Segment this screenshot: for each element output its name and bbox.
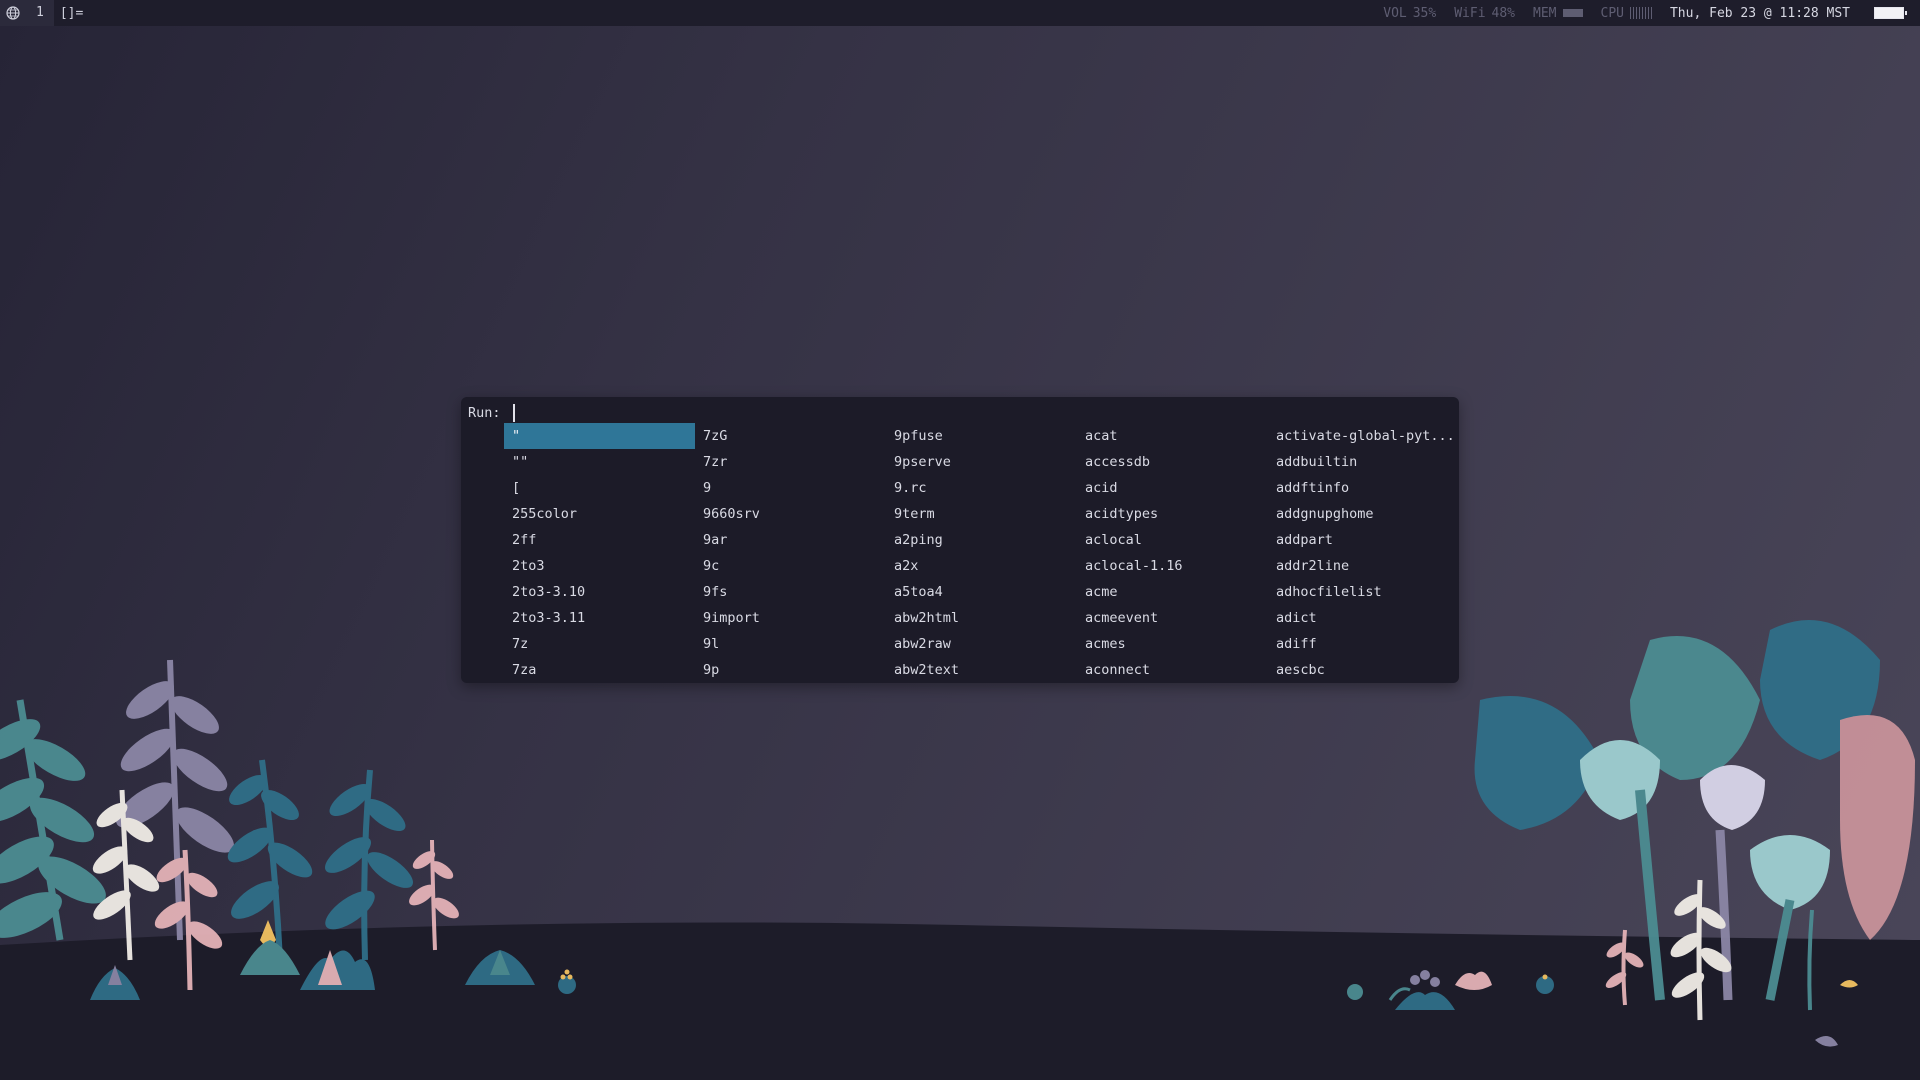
completion-column-3: 9pfuse 9pserve 9.rc 9term a2ping a2x a5t…	[886, 423, 1077, 683]
completion-item[interactable]: aclocal	[1077, 527, 1268, 553]
cpu-status: CPU	[1601, 6, 1652, 21]
completion-column-2: 7zG 7zr 9 9660srv 9ar 9c 9fs 9import 9l …	[695, 423, 886, 683]
completion-column-1: " "" [ 255color 2ff 2to3 2to3-3.10 2to3-…	[504, 423, 695, 683]
completion-item[interactable]: addr2line	[1268, 553, 1458, 579]
completion-item[interactable]: addbuiltin	[1268, 449, 1458, 475]
workspace-tag-1[interactable]: 1	[26, 0, 54, 26]
completion-item[interactable]: adhocfilelist	[1268, 579, 1458, 605]
completion-item[interactable]: 2to3-3.10	[504, 579, 695, 605]
completion-item[interactable]: a5toa4	[886, 579, 1077, 605]
text-cursor	[512, 404, 515, 422]
prompt-label: Run:	[468, 405, 501, 421]
completion-item[interactable]: addpart	[1268, 527, 1458, 553]
completion-item[interactable]: abw2text	[886, 657, 1077, 683]
cpu-label: CPU	[1600, 5, 1624, 21]
completion-item[interactable]: acme	[1077, 579, 1268, 605]
completion-item[interactable]: accessdb	[1077, 449, 1268, 475]
completion-item[interactable]: abw2html	[886, 605, 1077, 631]
completion-item[interactable]: acmeevent	[1077, 605, 1268, 631]
completion-item[interactable]: 7z	[504, 631, 695, 657]
memory-label: MEM	[1533, 5, 1557, 21]
volume-label: VOL	[1383, 5, 1407, 21]
wifi-status: WiFi 48%	[1454, 6, 1515, 21]
run-prompt[interactable]: Run:	[468, 403, 515, 423]
completion-item[interactable]: acmes	[1077, 631, 1268, 657]
completion-column-5: activate-global-pyt... addbuiltin addfti…	[1268, 423, 1458, 683]
completion-item[interactable]: addgnupghome	[1268, 501, 1458, 527]
completion-item[interactable]: 9pserve	[886, 449, 1077, 475]
completion-item[interactable]: 9c	[695, 553, 886, 579]
completion-item[interactable]: 9fs	[695, 579, 886, 605]
completion-item[interactable]: 9p	[695, 657, 886, 683]
completion-item[interactable]: adict	[1268, 605, 1458, 631]
completion-item[interactable]: 9660srv	[695, 501, 886, 527]
top-status-bar: 1 []= VOL 35% WiFi 48% MEM CPU Thu, Feb …	[0, 0, 1920, 26]
completion-item[interactable]: aconnect	[1077, 657, 1268, 683]
completion-item[interactable]: a2x	[886, 553, 1077, 579]
status-area: VOL 35% WiFi 48% MEM CPU Thu, Feb 23 @ 1…	[1383, 0, 1920, 26]
completion-item[interactable]: 7za	[504, 657, 695, 683]
completion-item[interactable]: 9.rc	[886, 475, 1077, 501]
completion-item[interactable]: 9pfuse	[886, 423, 1077, 449]
completion-item[interactable]: addftinfo	[1268, 475, 1458, 501]
memory-bar	[1562, 9, 1583, 17]
completion-item[interactable]: 9term	[886, 501, 1077, 527]
completion-item[interactable]: aescbc	[1268, 657, 1458, 683]
globe-icon[interactable]	[0, 0, 26, 26]
completion-item[interactable]: acidtypes	[1077, 501, 1268, 527]
completion-item[interactable]: 9l	[695, 631, 886, 657]
completion-item[interactable]: 7zr	[695, 449, 886, 475]
cpu-bars	[1629, 7, 1652, 19]
completion-item[interactable]: adiff	[1268, 631, 1458, 657]
volume-value: 35%	[1412, 5, 1437, 21]
completion-item[interactable]: 7zG	[695, 423, 886, 449]
completion-item[interactable]: a2ping	[886, 527, 1077, 553]
clock: Thu, Feb 23 @ 11:28 MST	[1669, 5, 1850, 21]
completion-item[interactable]: 9ar	[695, 527, 886, 553]
completion-item[interactable]: ""	[504, 449, 695, 475]
volume-status: VOL 35%	[1383, 6, 1436, 21]
completion-item[interactable]: 2to3-3.11	[504, 605, 695, 631]
completion-item[interactable]: 9import	[695, 605, 886, 631]
completion-item[interactable]: acat	[1077, 423, 1268, 449]
wifi-value: 48%	[1491, 5, 1516, 21]
completion-item[interactable]: 255color	[504, 501, 695, 527]
run-launcher: Run: " "" [ 255color 2ff 2to3 2to3-3.10 …	[461, 397, 1459, 683]
completion-item[interactable]: aclocal-1.16	[1077, 553, 1268, 579]
completion-item[interactable]: 2to3	[504, 553, 695, 579]
completion-column-4: acat accessdb acid acidtypes aclocal acl…	[1077, 423, 1268, 683]
battery-icon	[1874, 7, 1907, 19]
completion-item[interactable]: abw2raw	[886, 631, 1077, 657]
layout-indicator[interactable]: []=	[54, 6, 89, 21]
completion-item[interactable]: acid	[1077, 475, 1268, 501]
completion-item[interactable]: activate-global-pyt...	[1268, 423, 1458, 449]
completion-item-selected[interactable]: "	[504, 423, 695, 449]
completion-item[interactable]: 2ff	[504, 527, 695, 553]
wifi-label: WiFi	[1454, 5, 1486, 21]
completion-item[interactable]: 9	[695, 475, 886, 501]
memory-status: MEM	[1533, 5, 1583, 21]
completion-item[interactable]: [	[504, 475, 695, 501]
